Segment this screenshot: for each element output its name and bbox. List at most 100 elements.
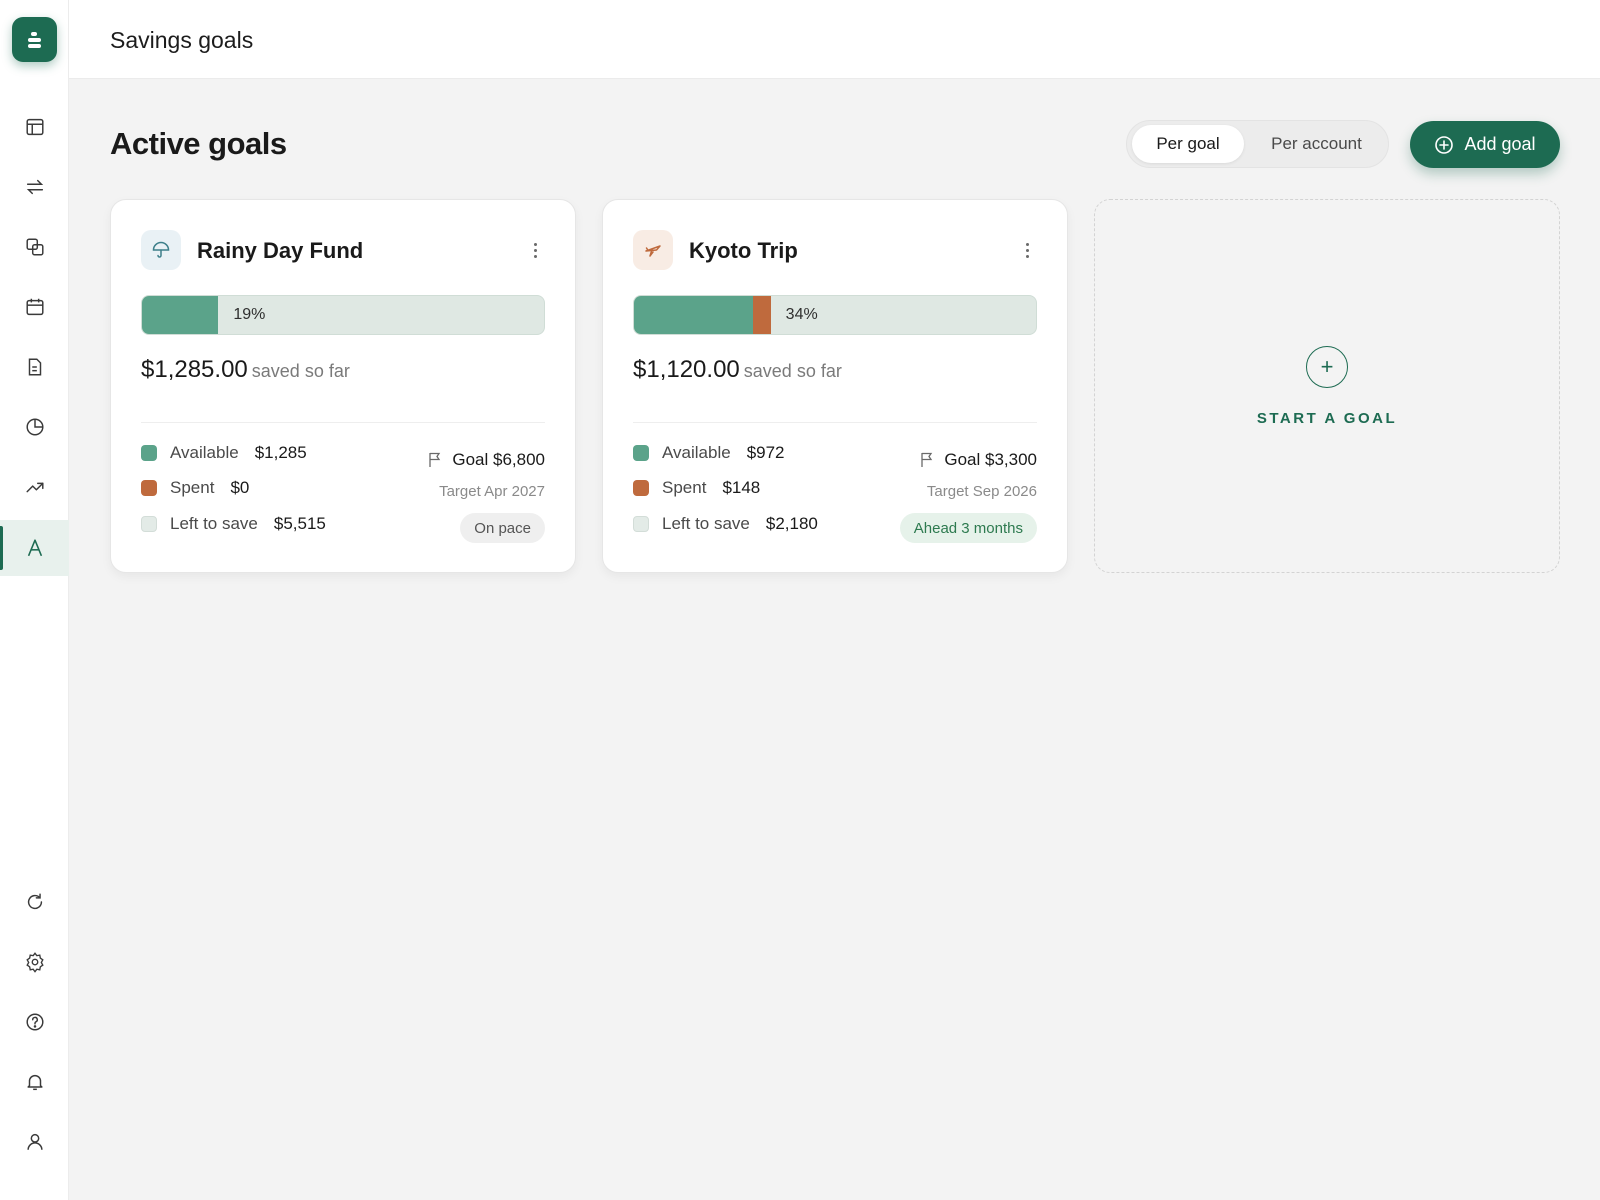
add-goal-button[interactable]: Add goal	[1410, 121, 1560, 168]
legend-value: $1,285	[254, 443, 307, 462]
goal-name: Kyoto Trip	[689, 238, 798, 263]
nav-documents[interactable]	[0, 339, 69, 395]
calendar-icon	[25, 298, 44, 316]
saved-value: $1,285.00	[141, 356, 248, 383]
start-goal-label[interactable]: START A GOAL	[1095, 410, 1559, 427]
pie-chart-icon	[25, 418, 44, 436]
legend-spent: Spent $148	[633, 478, 760, 498]
nav-settings[interactable]	[0, 934, 69, 990]
help-icon	[25, 1013, 44, 1031]
saved-amount: $1,285.00 saved so far	[141, 356, 350, 384]
legend-value: $0	[230, 478, 250, 497]
legend-label: Left to save	[662, 514, 750, 533]
progress-percent: 34%	[785, 306, 818, 323]
nav-accounts[interactable]	[0, 219, 69, 275]
app-logo[interactable]	[12, 17, 57, 62]
goal-card: Rainy Day Fund 19% $1,285.00 saved so far…	[110, 199, 576, 573]
nav-dashboard[interactable]	[0, 99, 69, 155]
legend-label: Spent	[662, 478, 707, 497]
goals-icon	[27, 539, 42, 557]
user-icon	[26, 1133, 43, 1150]
goal-text: Goal $6,800	[452, 450, 545, 469]
saved-suffix: saved so far	[743, 361, 842, 381]
nav-refresh[interactable]	[0, 874, 69, 930]
available-swatch	[633, 445, 649, 461]
saved-amount: $1,120.00 saved so far	[633, 356, 842, 384]
legend-label: Available	[170, 443, 239, 462]
start-goal-card[interactable]: + START A GOAL	[1094, 199, 1560, 573]
accounts-icon	[25, 238, 44, 256]
trend-icon	[25, 482, 44, 493]
logo-icon	[27, 31, 41, 48]
legend-label: Available	[662, 443, 731, 462]
available-swatch	[141, 445, 157, 461]
progress-available	[142, 296, 219, 334]
view-toggle: Per goal Per account	[1126, 120, 1389, 168]
divider	[633, 422, 1037, 423]
divider	[141, 422, 545, 423]
left-swatch	[633, 516, 649, 532]
page-title: Savings goals	[110, 27, 254, 53]
goal-text: Goal $3,300	[944, 450, 1037, 469]
target-date: Target Apr 2027	[439, 483, 545, 500]
legend-value: $972	[746, 443, 785, 462]
topbar: Savings goals	[69, 0, 1600, 79]
goal-icon-badge	[141, 230, 181, 270]
plus-circle-icon	[1435, 135, 1454, 154]
nav-goals[interactable]	[0, 520, 69, 576]
nav-trends[interactable]	[0, 459, 69, 515]
sidebar	[0, 0, 69, 1200]
status-badge: Ahead 3 months	[899, 513, 1037, 543]
legend-label: Left to save	[170, 514, 258, 533]
bell-icon	[26, 1074, 43, 1091]
more-options-icon[interactable]	[525, 238, 545, 262]
progress-spent	[752, 296, 771, 334]
flag-icon	[429, 452, 441, 467]
goal-icon-badge	[633, 230, 673, 270]
legend-available: Available $972	[633, 443, 785, 463]
refresh-icon	[27, 893, 42, 910]
legend-value: $148	[722, 478, 761, 497]
umbrella-icon	[152, 241, 170, 258]
progress-available	[634, 296, 753, 334]
legend-spent: Spent $0	[141, 478, 249, 498]
nav-calendar[interactable]	[0, 279, 69, 335]
legend-available: Available $1,285	[141, 443, 307, 463]
goal-progress-bar: 19%	[141, 295, 545, 335]
section-title: Active goals	[110, 126, 287, 161]
progress-percent: 19%	[233, 306, 266, 323]
more-options-icon[interactable]	[1017, 238, 1037, 262]
transfer-icon	[26, 179, 43, 195]
airplane-icon	[645, 245, 661, 257]
gear-icon	[25, 952, 44, 973]
dashboard-icon	[25, 118, 44, 136]
spent-swatch	[141, 480, 157, 496]
target-date: Target Sep 2026	[926, 483, 1037, 500]
nav-transfers[interactable]	[0, 159, 69, 215]
nav-profile[interactable]	[0, 1114, 69, 1170]
document-icon	[28, 358, 41, 376]
saved-value: $1,120.00	[633, 356, 740, 383]
goal-name: Rainy Day Fund	[197, 238, 364, 263]
nav-reports[interactable]	[0, 399, 69, 455]
toggle-per-account[interactable]: Per account	[1249, 125, 1384, 163]
legend-left-to-save: Left to save $5,515	[141, 514, 326, 534]
nav-notifications[interactable]	[0, 1054, 69, 1110]
legend-value: $2,180	[765, 514, 818, 533]
nav-help[interactable]	[0, 994, 69, 1050]
goal-amount: Goal $6,800	[428, 450, 545, 470]
legend-left-to-save: Left to save $2,180	[633, 514, 818, 534]
legend-label: Spent	[170, 478, 215, 497]
legend-value: $5,515	[273, 514, 326, 533]
toggle-per-goal[interactable]: Per goal	[1132, 125, 1244, 163]
status-badge: On pace	[460, 513, 545, 543]
left-swatch	[141, 516, 157, 532]
goal-progress-bar: 34%	[633, 295, 1037, 335]
spent-swatch	[633, 480, 649, 496]
flag-icon	[921, 452, 933, 467]
saved-suffix: saved so far	[251, 361, 350, 381]
add-goal-label: Add goal	[1464, 134, 1536, 154]
plus-icon[interactable]: +	[1306, 346, 1348, 388]
goal-card: Kyoto Trip 34% $1,120.00 saved so far Ava…	[602, 199, 1068, 573]
goal-amount: Goal $3,300	[920, 450, 1037, 470]
